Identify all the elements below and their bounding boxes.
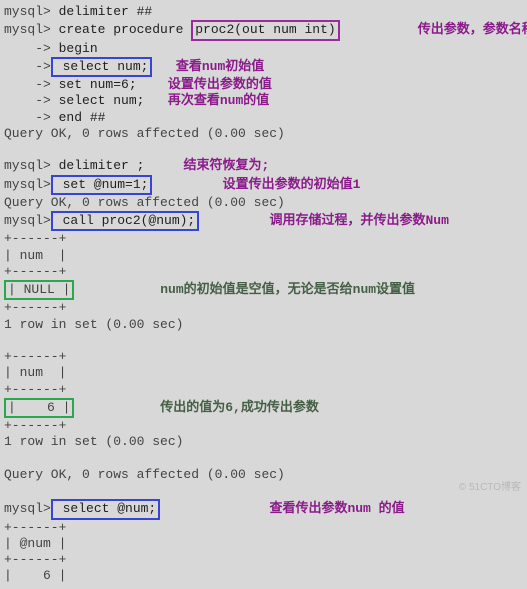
annotation-set-value: 设置传出参数的值 bbox=[168, 77, 272, 93]
table2-value-row: | 6 | 传出的值为6,成功传出参数 bbox=[4, 398, 523, 418]
annotation-restore: 结束符恢复为; bbox=[183, 158, 269, 174]
table1-header: | num | bbox=[4, 248, 523, 264]
line-call-proc: mysql> call proc2(@num); 调用存储过程，并传出参数Num bbox=[4, 211, 523, 231]
table2-header: | num | bbox=[4, 365, 523, 381]
cmd-text: delimiter ## bbox=[51, 4, 152, 20]
mysql-prompt: mysql> bbox=[4, 4, 51, 20]
line-delimiter-hash: mysql> delimiter ## bbox=[4, 4, 523, 20]
spacer bbox=[340, 22, 418, 38]
proc-signature-box: proc2(out num int) bbox=[191, 20, 339, 40]
result-text: Query OK, 0 rows affected (0.00 sec) bbox=[4, 195, 285, 211]
mysql-prompt: mysql> bbox=[4, 501, 51, 517]
watermark-text: © 51CTO博客 bbox=[459, 482, 521, 495]
line-create-procedure: mysql> create procedure proc2(out num in… bbox=[4, 20, 523, 40]
table2-border-mid: +------+ bbox=[4, 382, 523, 398]
call-proc-box: call proc2(@num); bbox=[51, 211, 199, 231]
arrow-prompt: -> bbox=[4, 59, 51, 75]
null-value-box: | NULL | bbox=[4, 280, 74, 300]
mysql-prompt: mysql> bbox=[4, 213, 51, 229]
annotation-recheck: 再次查看num的值 bbox=[168, 93, 269, 109]
query-ok-3: Query OK, 0 rows affected (0.00 sec) bbox=[4, 467, 523, 483]
annotation-null: num的初始值是空值，无论是否给num设置值 bbox=[160, 282, 415, 298]
six-value-box: | 6 | bbox=[4, 398, 74, 418]
annotation-call: 调用存储过程，并传出参数Num bbox=[269, 213, 448, 229]
cmd-text: end ## bbox=[51, 110, 106, 126]
line-end: -> end ## bbox=[4, 110, 523, 126]
line-delimiter-restore: mysql> delimiter ; 结束符恢复为; bbox=[4, 158, 523, 174]
line-select-num-2: -> select num; 再次查看num的值 bbox=[4, 93, 523, 109]
result-text: 1 row in set (0.00 sec) bbox=[4, 317, 183, 333]
blank-line bbox=[4, 333, 523, 349]
result-text: Query OK, 0 rows affected (0.00 sec) bbox=[4, 126, 285, 142]
spacer bbox=[144, 93, 167, 109]
spacer bbox=[74, 400, 160, 416]
cmd-text: set num=6; bbox=[51, 77, 137, 93]
blank-line bbox=[4, 142, 523, 158]
annotation-out-param: 传出参数，参数名称为num bbox=[418, 22, 527, 38]
table3-header: | @num | bbox=[4, 536, 523, 552]
spacer bbox=[144, 158, 183, 174]
result-text: Query OK, 0 rows affected (0.00 sec) bbox=[4, 467, 285, 483]
arrow-prompt: -> bbox=[4, 41, 51, 57]
set-atnum-box: set @num=1; bbox=[51, 175, 153, 195]
table1-value-row: | NULL | num的初始值是空值，无论是否给num设置值 bbox=[4, 280, 523, 300]
spacer bbox=[74, 282, 160, 298]
line-begin: -> begin bbox=[4, 41, 523, 57]
mysql-prompt: mysql> bbox=[4, 177, 51, 193]
line-select-num-1: -> select num; 查看num初始值 bbox=[4, 57, 523, 77]
query-ok-2: Query OK, 0 rows affected (0.00 sec) bbox=[4, 195, 523, 211]
query-ok-1: Query OK, 0 rows affected (0.00 sec) bbox=[4, 126, 523, 142]
line-set-num-6: -> set num=6; 设置传出参数的值 bbox=[4, 77, 523, 93]
table1-rowcount: 1 row in set (0.00 sec) bbox=[4, 317, 523, 333]
arrow-prompt: -> bbox=[4, 77, 51, 93]
select-atnum-box: select @num; bbox=[51, 499, 160, 519]
annotation-six: 传出的值为6,成功传出参数 bbox=[160, 400, 319, 416]
annotation-set-init: 设置传出参数的初始值1 bbox=[223, 177, 361, 193]
table1-border-bot: +------+ bbox=[4, 300, 523, 316]
create-proc-pre: create procedure bbox=[51, 22, 191, 38]
annotation-select-atnum: 查看传出参数num 的值 bbox=[269, 501, 404, 517]
spacer bbox=[137, 77, 168, 93]
select-num-box: select num; bbox=[51, 57, 153, 77]
table2-border-top: +------+ bbox=[4, 349, 523, 365]
blank-line bbox=[4, 451, 523, 467]
table2-rowcount: 1 row in set (0.00 sec) bbox=[4, 434, 523, 450]
arrow-prompt: -> bbox=[4, 110, 51, 126]
cmd-text: begin bbox=[51, 41, 98, 57]
cmd-text: delimiter ; bbox=[51, 158, 145, 174]
spacer bbox=[199, 213, 269, 229]
mysql-prompt: mysql> bbox=[4, 158, 51, 174]
blank-line bbox=[4, 483, 523, 499]
line-set-at-num: mysql> set @num=1; 设置传出参数的初始值1 bbox=[4, 175, 523, 195]
table2-border-bot: +------+ bbox=[4, 418, 523, 434]
cmd-text: select num; bbox=[51, 93, 145, 109]
mysql-prompt: mysql> bbox=[4, 22, 51, 38]
spacer bbox=[152, 59, 175, 75]
table1-border-mid: +------+ bbox=[4, 264, 523, 280]
table3-value-row: | 6 | bbox=[4, 568, 523, 584]
table3-border-mid: +------+ bbox=[4, 552, 523, 568]
spacer bbox=[152, 177, 222, 193]
arrow-prompt: -> bbox=[4, 93, 51, 109]
table3-border-top: +------+ bbox=[4, 520, 523, 536]
spacer bbox=[160, 501, 269, 517]
result-text: 1 row in set (0.00 sec) bbox=[4, 434, 183, 450]
annotation-initial: 查看num初始值 bbox=[176, 59, 264, 75]
line-select-atnum: mysql> select @num; 查看传出参数num 的值 bbox=[4, 499, 523, 519]
table1-border-top: +------+ bbox=[4, 231, 523, 247]
